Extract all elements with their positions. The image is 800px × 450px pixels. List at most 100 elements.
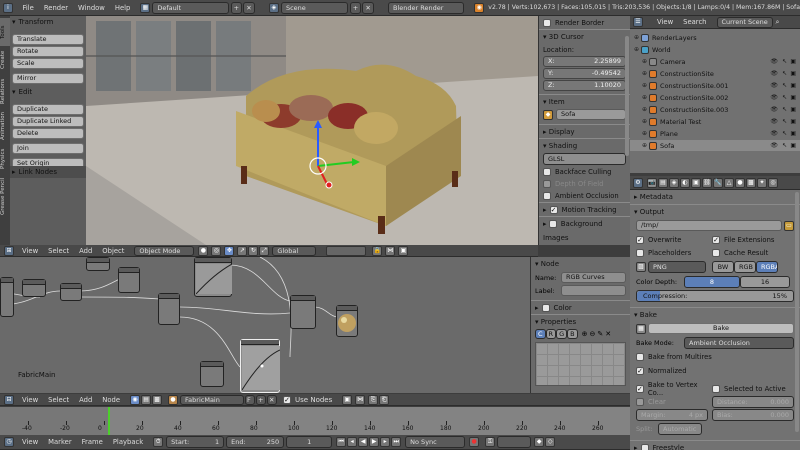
timeline-menu-playback[interactable]: Playback — [113, 438, 143, 446]
rotate-button[interactable]: Rotate — [12, 46, 84, 57]
outliner-item[interactable]: ⊕ ConstructionSite 👁 ↖ ▣ — [630, 68, 800, 79]
editor-type-properties-icon[interactable]: ⚙ — [633, 177, 643, 188]
node-mix-rgb[interactable] — [158, 293, 180, 325]
node-label-field[interactable] — [561, 285, 626, 296]
outliner-item[interactable]: ⊕ ConstructionSite.002 👁 ↖ ▣ — [630, 92, 800, 103]
selectability-cursor-icon[interactable]: ↖ — [782, 82, 787, 89]
editor-type-timeline-icon[interactable]: ◷ — [4, 437, 14, 447]
transform-panel-header[interactable]: ▾ Transform — [12, 16, 84, 28]
motion-tracking-checkbox[interactable] — [549, 205, 558, 214]
motion-tracking-header[interactable]: ▸ Motion Tracking — [539, 202, 630, 216]
node-rgb-curves-selected[interactable] — [240, 339, 281, 393]
play-reverse-icon[interactable]: ◀ — [358, 437, 369, 447]
outliner-menu-view[interactable]: View — [657, 18, 673, 26]
unlink-material-button[interactable]: ✕ — [267, 394, 278, 405]
outliner-item[interactable]: ⊕ World — [630, 44, 800, 55]
shading-mode-dropdown[interactable]: GLSL — [543, 153, 626, 165]
expand-toggle-icon[interactable]: ⊕ — [642, 70, 647, 77]
properties-scrollbar[interactable] — [795, 192, 799, 432]
selected-to-active-row[interactable]: Selected to Active — [712, 383, 786, 394]
pivot-icon[interactable]: ◎ — [211, 245, 222, 256]
particles-tab-icon[interactable]: ✦ — [757, 177, 767, 188]
bake-to-vertex-row[interactable]: Bake to Vertex Co... — [636, 381, 712, 397]
paste-nodes-icon[interactable]: ⎗ — [379, 394, 390, 405]
tab-grease-pencil[interactable]: Grease Pencil — [0, 174, 10, 218]
material-dropdown[interactable]: FabricMain — [180, 394, 245, 405]
render-border-checkbox[interactable] — [543, 18, 551, 27]
expand-toggle-icon[interactable]: ⊕ — [642, 94, 647, 101]
tools-icon[interactable]: ✎ — [597, 330, 603, 338]
clip-icon[interactable]: ✕ — [605, 330, 611, 338]
scene-dropdown[interactable]: Scene — [280, 1, 348, 14]
node-menu-node[interactable]: Node — [102, 396, 120, 404]
timeline-menu-view[interactable]: View — [22, 438, 38, 446]
zoom-out-icon[interactable]: ⊖ — [589, 330, 595, 338]
outliner-filter-dropdown[interactable]: Current Scene — [716, 16, 773, 28]
record-icon[interactable]: ● — [469, 437, 480, 447]
node-menu-view[interactable]: View — [22, 396, 38, 404]
prev-keyframe-icon[interactable]: ◂ — [347, 437, 358, 447]
selectability-cursor-icon[interactable]: ↖ — [782, 142, 787, 149]
node-input-left[interactable] — [0, 277, 14, 317]
timeline-ruler[interactable]: -40 -20 0 20 40 60 80 100 120 140 160 180 200 220 240 2… — [0, 407, 630, 435]
selected-to-active-checkbox[interactable] — [712, 384, 720, 393]
node-bsdf[interactable] — [290, 295, 316, 329]
data-tab-icon[interactable]: △ — [724, 177, 734, 188]
object-name-field[interactable]: Sofa — [556, 109, 626, 120]
bake-button[interactable]: Bake — [648, 323, 794, 334]
expand-toggle-icon[interactable]: ⊕ — [642, 106, 647, 113]
remove-layout-button[interactable]: ✕ — [243, 1, 255, 14]
shader-nodes-icon[interactable]: ◉ — [130, 394, 141, 405]
manipulator-icon[interactable]: ✥ — [224, 245, 235, 256]
constraints-tab-icon[interactable]: ⛓ — [702, 177, 712, 188]
node-color-header[interactable]: ▸ Color — [531, 300, 630, 314]
sync-dropdown[interactable]: No Sync — [405, 436, 466, 448]
cursor-x-field[interactable]: X: 2.25899 — [543, 56, 626, 67]
renderability-camera-icon[interactable]: ▣ — [790, 142, 796, 149]
placeholders-checkbox[interactable] — [636, 248, 644, 257]
normalized-row[interactable]: Normalized — [630, 365, 800, 376]
world-tab-icon[interactable]: ◐ — [680, 177, 690, 188]
visibility-eye-icon[interactable]: 👁 — [770, 70, 778, 77]
color-rgb-button[interactable]: RGB — [734, 261, 756, 273]
node-name-field[interactable]: RGB Curves — [561, 272, 626, 283]
node-texture-c[interactable] — [118, 267, 140, 293]
render-border-row[interactable]: Render Border — [539, 17, 630, 28]
depth-16-button[interactable]: 16 — [740, 276, 790, 288]
join-button[interactable]: Join — [12, 143, 84, 154]
color-rgba-button[interactable]: RGBA — [756, 261, 778, 273]
use-nodes-checkbox[interactable] — [283, 395, 292, 404]
play-icon[interactable]: ▶ — [369, 437, 380, 447]
node-header[interactable]: ▾ Node — [531, 257, 630, 271]
keying-set-icon[interactable]: ⚿ — [485, 437, 496, 447]
curve-widget[interactable] — [535, 342, 626, 386]
display-header[interactable]: ▸ Display — [539, 124, 630, 138]
translate-button[interactable]: Translate — [12, 34, 84, 45]
viewport-menu-object[interactable]: Object — [102, 247, 124, 255]
viewport-menu-view[interactable]: View — [22, 247, 38, 255]
selectability-cursor-icon[interactable]: ↖ — [782, 94, 787, 101]
menu-render[interactable]: Render — [44, 4, 68, 12]
physics-tab-icon[interactable]: ◎ — [768, 177, 778, 188]
renderability-camera-icon[interactable]: ▣ — [790, 106, 796, 113]
texture-nodes-icon[interactable]: ▩ — [152, 394, 163, 405]
node-small-bottom[interactable] — [200, 361, 224, 387]
end-frame-field[interactable]: End: 250 — [226, 436, 285, 448]
jump-end-icon[interactable]: ⏭ — [391, 437, 402, 447]
lock-layer-icon[interactable]: 🔒 — [372, 245, 383, 256]
cursor-z-field[interactable]: Z: 1.10020 — [543, 80, 626, 91]
bake-header[interactable]: ▾ Bake — [630, 307, 800, 321]
renderability-camera-icon[interactable]: ▣ — [790, 82, 796, 89]
mode-dropdown[interactable]: Object Mode — [134, 245, 195, 256]
node-menu-add[interactable]: Add — [79, 396, 92, 404]
overwrite-checkbox[interactable] — [636, 235, 644, 244]
shading-header[interactable]: ▾ Shading — [539, 138, 630, 152]
jump-start-icon[interactable]: ⏮ — [336, 437, 347, 447]
renderability-camera-icon[interactable]: ▣ — [790, 94, 796, 101]
current-frame-field[interactable]: 1 — [286, 436, 333, 448]
timeline-menu-marker[interactable]: Marker — [48, 438, 72, 446]
overwrite-row[interactable]: Overwrite — [636, 234, 712, 245]
compression-slider[interactable]: Compression: 15% — [636, 290, 794, 302]
delete-button[interactable]: Delete — [12, 128, 84, 139]
visibility-eye-icon[interactable]: 👁 — [770, 82, 778, 89]
